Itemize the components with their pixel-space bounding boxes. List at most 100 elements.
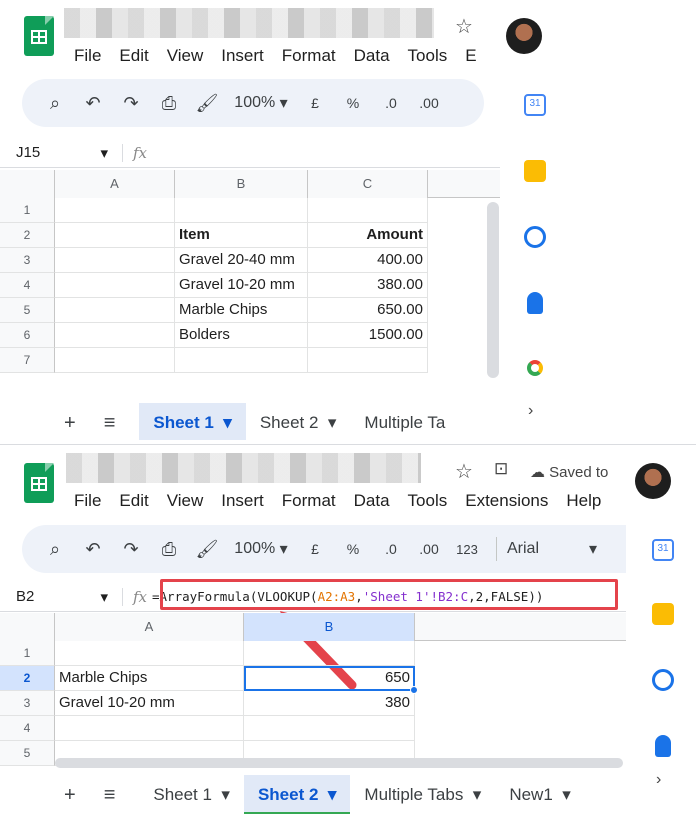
table-cell[interactable]: 380.00 [308, 273, 428, 298]
table-cell[interactable] [175, 198, 308, 223]
undo-icon[interactable]: ↶ [74, 533, 112, 565]
menu-tools[interactable]: Tools [408, 491, 448, 511]
tasks-icon[interactable] [652, 669, 674, 691]
row-header[interactable]: 7 [0, 348, 55, 373]
sheets-logo-icon[interactable] [24, 463, 58, 507]
font-select[interactable]: Arial ▾ [507, 533, 597, 565]
table-cell[interactable] [55, 716, 244, 741]
redo-icon[interactable]: ↷ [112, 87, 150, 119]
percent-button[interactable]: % [334, 533, 372, 565]
row-header[interactable]: 2 [0, 223, 55, 248]
table-cell[interactable] [55, 248, 175, 273]
search-menus-icon[interactable]: ⌕ [36, 87, 74, 119]
row-header[interactable]: 6 [0, 323, 55, 348]
doc-title-blurred[interactable] [66, 453, 421, 483]
table-cell[interactable]: Marble Chips [55, 666, 244, 691]
tab-sheet-2[interactable]: Sheet 2 ▾ [246, 403, 351, 440]
table-cell[interactable]: 400.00 [308, 248, 428, 273]
menu-view[interactable]: View [167, 46, 204, 66]
name-box[interactable]: J15 ▾ [0, 144, 122, 162]
menu-insert[interactable]: Insert [221, 491, 264, 511]
row-header[interactable]: 4 [0, 273, 55, 298]
table-cell[interactable] [55, 641, 244, 666]
menu-help[interactable]: Help [566, 491, 601, 511]
menu-extensions[interactable]: E [465, 46, 476, 66]
all-sheets-button[interactable]: ≡ [90, 403, 130, 440]
menu-edit[interactable]: Edit [119, 491, 148, 511]
all-sheets-button[interactable]: ≡ [90, 775, 130, 814]
column-header-a[interactable]: A [55, 613, 244, 641]
calendar-icon[interactable]: 31 [652, 539, 674, 561]
star-icon[interactable]: ☆ [455, 459, 473, 484]
currency-button[interactable]: £ [296, 87, 334, 119]
row-header[interactable]: 3 [0, 691, 55, 716]
table-cell[interactable]: Bolders [175, 323, 308, 348]
table-cell[interactable] [55, 348, 175, 373]
tab-multiple-tabs[interactable]: Multiple Ta [350, 403, 459, 440]
contacts-icon[interactable] [655, 735, 671, 757]
horizontal-scrollbar[interactable] [55, 758, 623, 768]
saved-status[interactable]: ☁ Saved to [530, 463, 608, 481]
formula-input[interactable] [166, 138, 500, 167]
paint-format-icon[interactable]: 🖌 [188, 533, 226, 565]
table-cell[interactable] [55, 323, 175, 348]
name-box[interactable]: B2 ▾ [0, 588, 122, 606]
vertical-scrollbar[interactable] [487, 202, 499, 378]
menu-extensions[interactable]: Extensions [465, 491, 548, 511]
contacts-icon[interactable] [527, 292, 543, 314]
zoom-select[interactable]: 100% ▾ [226, 87, 296, 119]
table-cell[interactable] [308, 348, 428, 373]
menu-file[interactable]: File [74, 491, 101, 511]
row-header[interactable]: 5 [0, 741, 55, 766]
print-icon[interactable]: ⎙ [150, 533, 188, 565]
chevron-right-icon[interactable]: › [528, 402, 533, 420]
table-cell[interactable] [308, 198, 428, 223]
menu-file[interactable]: File [74, 46, 101, 66]
table-cell[interactable]: Gravel 10-20 mm [55, 691, 244, 716]
keep-icon[interactable] [524, 160, 546, 182]
row-header[interactable]: 4 [0, 716, 55, 741]
table-cell[interactable] [55, 273, 175, 298]
menu-format[interactable]: Format [282, 491, 336, 511]
increase-decimal-button[interactable]: .00 [410, 87, 448, 119]
paint-format-icon[interactable]: 🖌 [188, 87, 226, 119]
tab-sheet-1[interactable]: Sheet 1 ▾ [139, 775, 244, 814]
menu-tools[interactable]: Tools [408, 46, 448, 66]
print-icon[interactable]: ⎙ [150, 87, 188, 119]
tasks-icon[interactable] [524, 226, 546, 248]
row-header[interactable]: 3 [0, 248, 55, 273]
table-cell[interactable]: Amount [308, 223, 428, 248]
column-header-b[interactable]: B [244, 613, 415, 641]
row-header[interactable]: 1 [0, 198, 55, 223]
menu-format[interactable]: Format [282, 46, 336, 66]
table-cell[interactable] [244, 716, 415, 741]
row-header[interactable]: 2 [0, 666, 55, 691]
fill-handle[interactable] [410, 686, 418, 694]
percent-button[interactable]: % [334, 87, 372, 119]
table-cell[interactable] [55, 223, 175, 248]
decrease-decimal-button[interactable]: .0 [372, 533, 410, 565]
column-header-c[interactable]: C [308, 170, 428, 198]
menu-insert[interactable]: Insert [221, 46, 264, 66]
tab-multiple-tabs[interactable]: Multiple Tabs ▾ [350, 775, 495, 814]
decrease-decimal-button[interactable]: .0 [372, 87, 410, 119]
tab-sheet-1[interactable]: Sheet 1 ▾ [139, 403, 246, 440]
row-header[interactable]: 5 [0, 298, 55, 323]
avatar[interactable] [635, 463, 671, 499]
table-cell[interactable]: Item [175, 223, 308, 248]
menu-edit[interactable]: Edit [119, 46, 148, 66]
zoom-select[interactable]: 100% ▾ [226, 533, 296, 565]
doc-title-blurred[interactable] [64, 8, 434, 38]
table-cell[interactable]: Marble Chips [175, 298, 308, 323]
increase-decimal-button[interactable]: .00 [410, 533, 448, 565]
move-folder-icon[interactable]: ⊡ [494, 459, 508, 479]
currency-button[interactable]: £ [296, 533, 334, 565]
table-cell[interactable]: Gravel 20-40 mm [175, 248, 308, 273]
add-sheet-button[interactable]: + [50, 775, 90, 814]
tab-new1[interactable]: New1 ▾ [495, 775, 584, 814]
menu-data[interactable]: Data [354, 491, 390, 511]
undo-icon[interactable]: ↶ [74, 87, 112, 119]
table-cell[interactable] [175, 348, 308, 373]
add-sheet-button[interactable]: + [50, 403, 90, 440]
star-icon[interactable]: ☆ [455, 14, 473, 39]
